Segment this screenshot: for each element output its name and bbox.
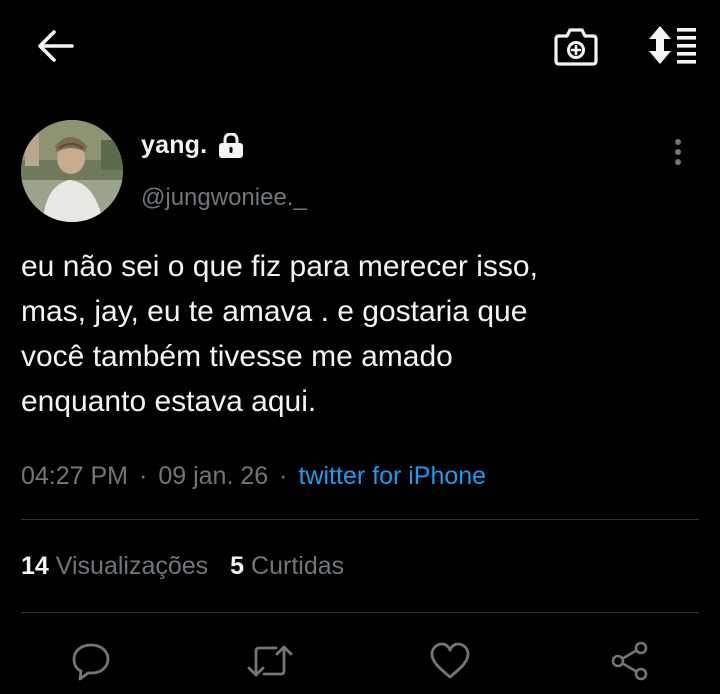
back-button[interactable] [34,26,76,66]
meta-separator: · [279,462,288,490]
sort-button[interactable] [646,24,698,66]
tweet-stats: 14 Visualizações 5 Curtidas [21,552,344,581]
tweet-meta: 04:27 PM · 09 jan. 26 · twitter for iPhone [21,462,486,491]
tweet-source-link[interactable]: twitter for iPhone [299,462,487,490]
likes-label: Curtidas [251,552,345,580]
tweet-time[interactable]: 04:27 PM [21,462,128,490]
avatar[interactable] [21,120,123,222]
likes-stat[interactable]: 5 Curtidas [230,552,344,580]
tweet-text: eu não sei o que fiz para merecer isso, … [21,244,701,424]
views-count: 14 [21,552,49,580]
tweet-line: você também tivesse me amado [21,340,453,373]
author-handle[interactable]: @jungwoniee._ [141,184,307,212]
arrow-left-icon [38,30,74,62]
views-stat[interactable]: 14 Visualizações [21,552,208,580]
tweet-line: enquanto estava aqui. [21,385,317,418]
tweet-line: eu não sei o que fiz para merecer isso, [21,250,538,283]
views-label: Visualizações [55,552,209,580]
camera-icon [554,28,598,66]
more-vertical-icon [675,139,681,165]
sort-list-icon [649,26,696,64]
reply-icon [72,643,110,681]
author-display-name[interactable]: yang. [141,131,207,160]
camera-button[interactable] [553,25,599,67]
meta-separator: · [139,462,148,490]
lock-icon [217,132,245,164]
tweet-date[interactable]: 09 jan. 26 [158,462,268,490]
share-button[interactable] [609,640,651,682]
reply-button[interactable] [70,640,112,682]
heart-icon [430,642,470,679]
divider [21,612,699,613]
like-button[interactable] [428,640,472,682]
tweet-line: mas, jay, eu te amava . e gostaria que [21,295,528,328]
retweet-button[interactable] [246,641,294,681]
retweet-icon [247,645,293,677]
more-options-button[interactable] [668,136,688,168]
avatar-photo [21,120,123,222]
share-icon [611,641,648,681]
divider [21,519,699,520]
likes-count: 5 [230,552,245,580]
